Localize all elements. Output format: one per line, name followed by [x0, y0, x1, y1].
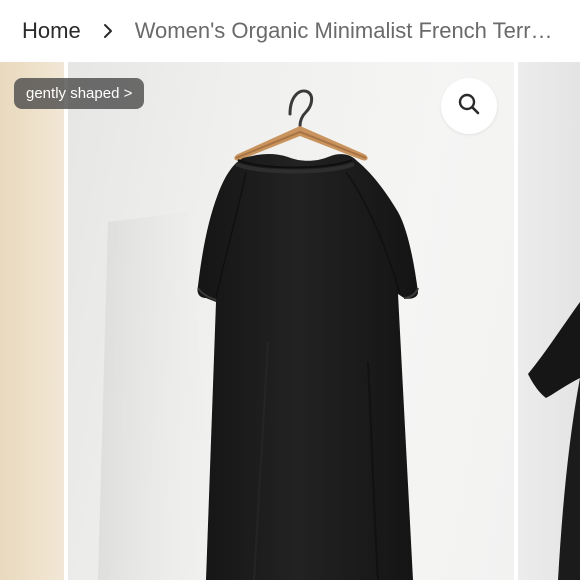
previous-product-image[interactable]: [0, 62, 64, 580]
zoom-button[interactable]: [441, 78, 497, 134]
fit-badge-label: gently shaped >: [26, 85, 133, 102]
breadcrumb-current-page: Women's Organic Minimalist French Terr…: [134, 18, 553, 43]
next-image-preview: [528, 302, 580, 580]
chevron-right-icon: [93, 23, 123, 39]
fit-badge-gently-shaped[interactable]: gently shaped >: [14, 78, 145, 109]
next-product-image[interactable]: [518, 62, 580, 580]
product-image-gallery[interactable]: [0, 62, 580, 580]
magnifier-icon: [457, 92, 481, 121]
breadcrumb: Home Women's Organic Minimalist French T…: [0, 0, 580, 62]
breadcrumb-home-link[interactable]: Home: [22, 18, 81, 44]
main-product-image[interactable]: [68, 62, 514, 580]
dress-on-hanger-image: [98, 89, 419, 580]
